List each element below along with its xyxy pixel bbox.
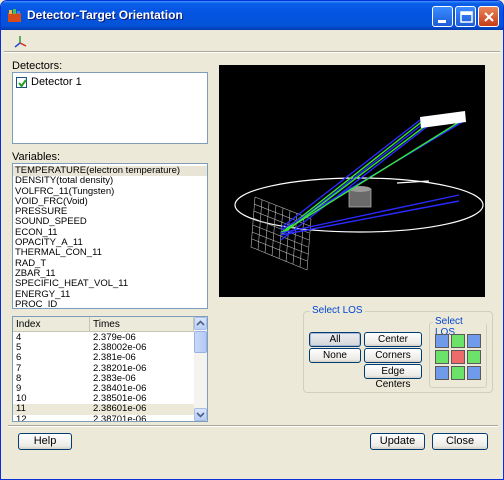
cell-index: 12 (16, 413, 27, 422)
los-cell[interactable] (435, 334, 449, 348)
title-bar[interactable]: Detector-Target Orientation (1, 1, 503, 30)
variables-label: Variables: (12, 151, 61, 163)
table-header: Index Times (13, 317, 194, 332)
los-cell[interactable] (435, 350, 449, 364)
cell-time: 2.38701e-06 (93, 413, 147, 422)
scroll-thumb[interactable] (194, 331, 207, 353)
detectors-label: Detectors: (12, 60, 63, 72)
minimize-icon (438, 20, 446, 23)
los-grid-group: Select LOS (429, 316, 487, 388)
orientation-scene (234, 111, 484, 271)
update-button[interactable]: Update (370, 433, 425, 450)
3d-viewport[interactable] (219, 65, 485, 297)
times-table[interactable]: Index Times 4 2.379e-06 5 2.38002e-06 6 2.381… (12, 316, 208, 422)
detectors-list[interactable]: Detector 1 (12, 72, 208, 144)
variables-list[interactable]: TEMPERATURE(electron temperature) DENSITY… (12, 163, 208, 309)
close-button[interactable]: Close (432, 433, 488, 450)
target-plate (420, 111, 466, 128)
window-title: Detector-Target Orientation (27, 8, 183, 22)
table-scrollbar[interactable] (194, 317, 207, 421)
chevron-down-icon (196, 412, 205, 418)
detector-grid-plane (250, 196, 312, 271)
close-icon (484, 12, 494, 22)
close-window-button[interactable] (478, 6, 499, 27)
select-none-button[interactable]: None (309, 348, 361, 363)
detector-app-icon (8, 9, 21, 22)
column-header-times[interactable]: Times (90, 317, 194, 332)
toolbar-divider (4, 51, 500, 53)
column-header-index[interactable]: Index (13, 317, 90, 332)
detector-item[interactable]: Detector 1 (16, 75, 82, 89)
table-row[interactable]: 12 2.38701e-06 (13, 413, 194, 422)
select-los-group: Select LOS All Center None Corners Edge … (303, 305, 493, 393)
los-cell[interactable] (467, 366, 481, 380)
variable-item[interactable]: PROC_ID (13, 299, 207, 308)
footer-divider (8, 425, 498, 427)
chevron-up-icon (196, 320, 205, 326)
toolbar (4, 31, 500, 53)
los-cell[interactable] (467, 350, 481, 364)
select-edge-centers-button[interactable]: Edge Centers (364, 364, 422, 390)
los-cell[interactable] (451, 350, 465, 364)
axes-triad-icon[interactable] (12, 34, 28, 50)
los-cell[interactable] (435, 366, 449, 380)
maximize-button[interactable] (455, 6, 476, 27)
maximize-icon (460, 11, 473, 23)
select-corners-button[interactable]: Corners (364, 348, 422, 363)
los-cell[interactable] (451, 366, 465, 380)
checkmark-icon (18, 78, 27, 88)
select-center-button[interactable]: Center (364, 332, 422, 347)
detector-label: Detector 1 (31, 76, 82, 88)
select-all-button[interactable]: All (309, 332, 361, 347)
los-cell[interactable] (451, 334, 465, 348)
select-los-title: Select LOS (310, 305, 365, 316)
help-button[interactable]: Help (18, 433, 72, 450)
detector-checkbox[interactable] (16, 76, 27, 88)
los-cell[interactable] (467, 334, 481, 348)
minimize-button[interactable] (432, 6, 453, 27)
dialog-window: Detector-Target Orientation Detectors: D… (0, 0, 504, 480)
scroll-down-button[interactable] (194, 408, 207, 421)
scroll-up-button[interactable] (194, 317, 207, 330)
